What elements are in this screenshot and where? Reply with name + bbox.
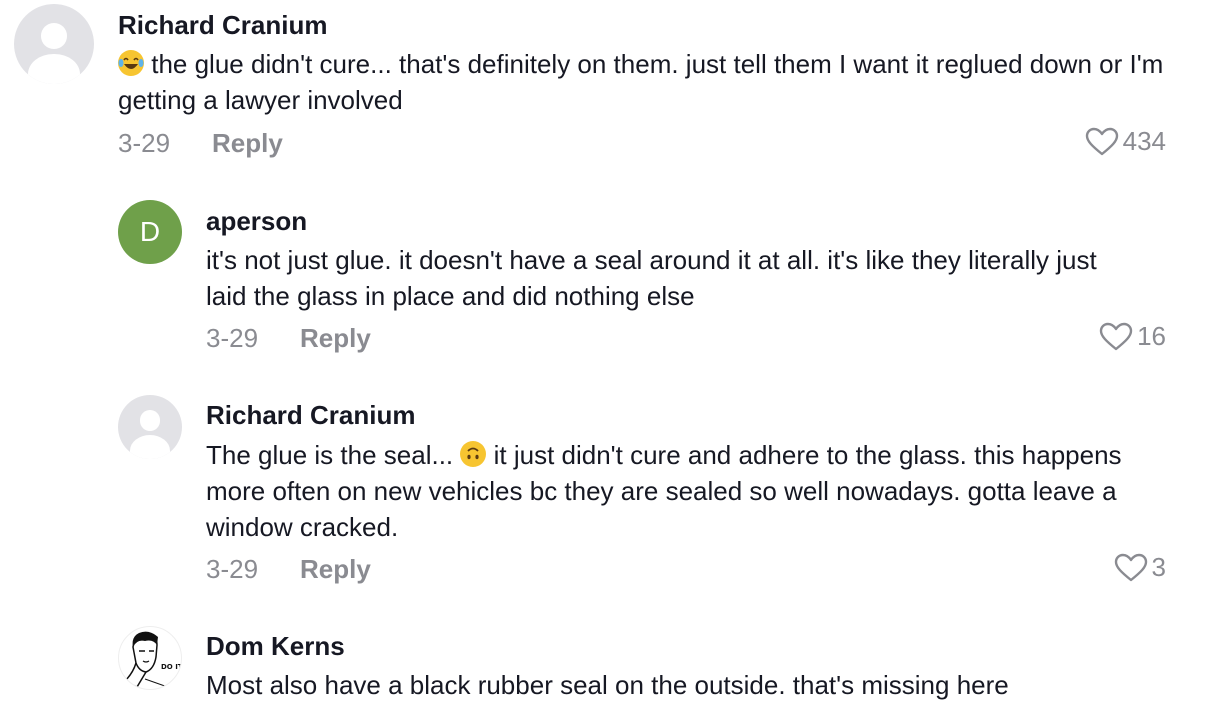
reply-button[interactable]: Reply xyxy=(300,554,371,585)
comment-text: The glue is the seal... it just didn't c… xyxy=(206,437,1146,545)
comment-username[interactable]: aperson xyxy=(206,206,307,237)
reply-button[interactable]: Reply xyxy=(300,323,371,354)
comment-date: 3-29 xyxy=(118,128,171,158)
like-count: 3 xyxy=(1151,552,1166,582)
avatar-sketch-portrait[interactable]: DO IT. xyxy=(118,626,182,690)
avatar-default[interactable] xyxy=(14,4,94,84)
avatar-default[interactable] xyxy=(118,395,182,459)
sketch-portrait-icon: DO IT. xyxy=(123,631,182,689)
comment-text-before: The glue is the seal... xyxy=(206,440,454,470)
like-button[interactable]: 16 xyxy=(1099,321,1166,352)
upside-down-face-emoji-icon xyxy=(460,441,487,467)
comment-text: it's not just glue. it doesn't have a se… xyxy=(206,245,1097,311)
comment-username[interactable]: Dom Kerns xyxy=(206,631,345,662)
comment-text: Most also have a black rubber seal on th… xyxy=(206,670,1009,700)
reply-button[interactable]: Reply xyxy=(212,128,283,159)
heart-icon xyxy=(1099,322,1133,350)
comment-date: 3-29 xyxy=(206,554,259,584)
avatar-letter[interactable]: D xyxy=(118,200,182,264)
comment-text: the glue didn't cure... that's definitel… xyxy=(118,46,1178,118)
svg-text:DO IT.: DO IT. xyxy=(161,663,182,671)
heart-icon xyxy=(1085,127,1118,155)
like-button[interactable]: 434 xyxy=(1085,126,1166,157)
like-count: 16 xyxy=(1137,321,1166,351)
like-button[interactable]: 3 xyxy=(1114,552,1166,583)
comment-username[interactable]: Richard Cranium xyxy=(118,10,328,41)
comment-username[interactable]: Richard Cranium xyxy=(206,400,416,431)
laughing-crying-emoji-icon xyxy=(118,50,144,76)
like-count: 434 xyxy=(1122,126,1166,156)
comment-date: 3-29 xyxy=(206,323,259,353)
comment-text-body: the glue didn't cure... that's definitel… xyxy=(118,49,1164,115)
heart-icon xyxy=(1114,553,1147,581)
